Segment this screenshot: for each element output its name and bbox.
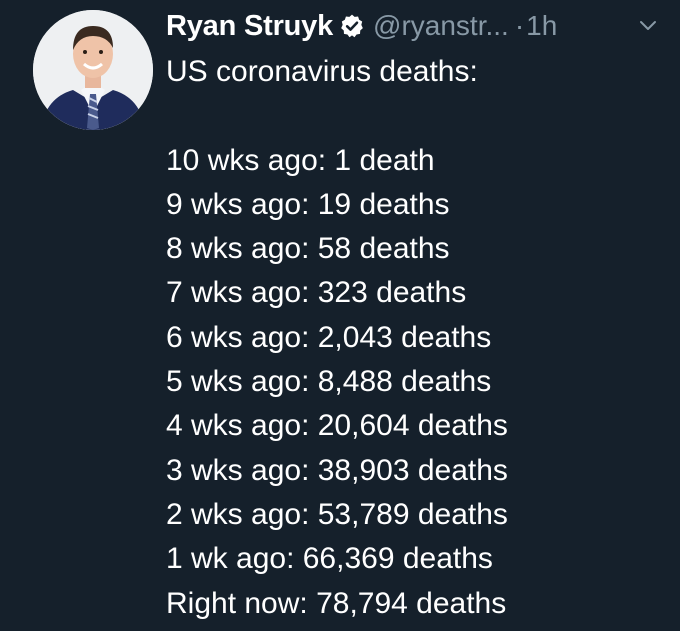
tweet-line: Right now: 78,794 deaths [166, 586, 507, 620]
tweet-line: 1 wk ago: 66,369 deaths [166, 542, 493, 576]
tweet-timestamp[interactable]: 1h [526, 10, 557, 42]
tweet-line: 2 wks ago: 53,789 deaths [166, 497, 508, 531]
tweet-header: Ryan Struyk @ryanstr... · 1h [166, 4, 557, 48]
author-name[interactable]: Ryan Struyk [166, 10, 333, 43]
author-handle[interactable]: @ryanstr... [373, 10, 509, 42]
tweet-line: 5 wks ago: 8,488 deaths [166, 365, 492, 399]
profile-photo [33, 10, 153, 130]
avatar[interactable] [33, 10, 153, 130]
tweet-line: 6 wks ago: 2,043 deaths [166, 320, 492, 354]
tweet-line: 3 wks ago: 38,903 deaths [166, 453, 508, 487]
tweet-line: 4 wks ago: 20,604 deaths [166, 409, 508, 443]
tweet[interactable]: Ryan Struyk @ryanstr... · 1h US coronavi… [0, 0, 680, 631]
tweet-line: 9 wks ago: 19 deaths [166, 187, 450, 221]
tweet-heading: US coronavirus deaths: [166, 55, 478, 88]
verified-badge-icon [339, 13, 365, 39]
tweet-line: 7 wks ago: 323 deaths [166, 276, 467, 310]
tweet-line: 10 wks ago: 1 death [166, 143, 435, 177]
tweet-text: US coronavirus deaths: 10 wks ago: 1 dea… [166, 50, 508, 626]
chevron-down-icon[interactable] [637, 14, 659, 36]
tweet-line: 8 wks ago: 58 deaths [166, 232, 450, 266]
separator-dot: · [514, 10, 525, 41]
